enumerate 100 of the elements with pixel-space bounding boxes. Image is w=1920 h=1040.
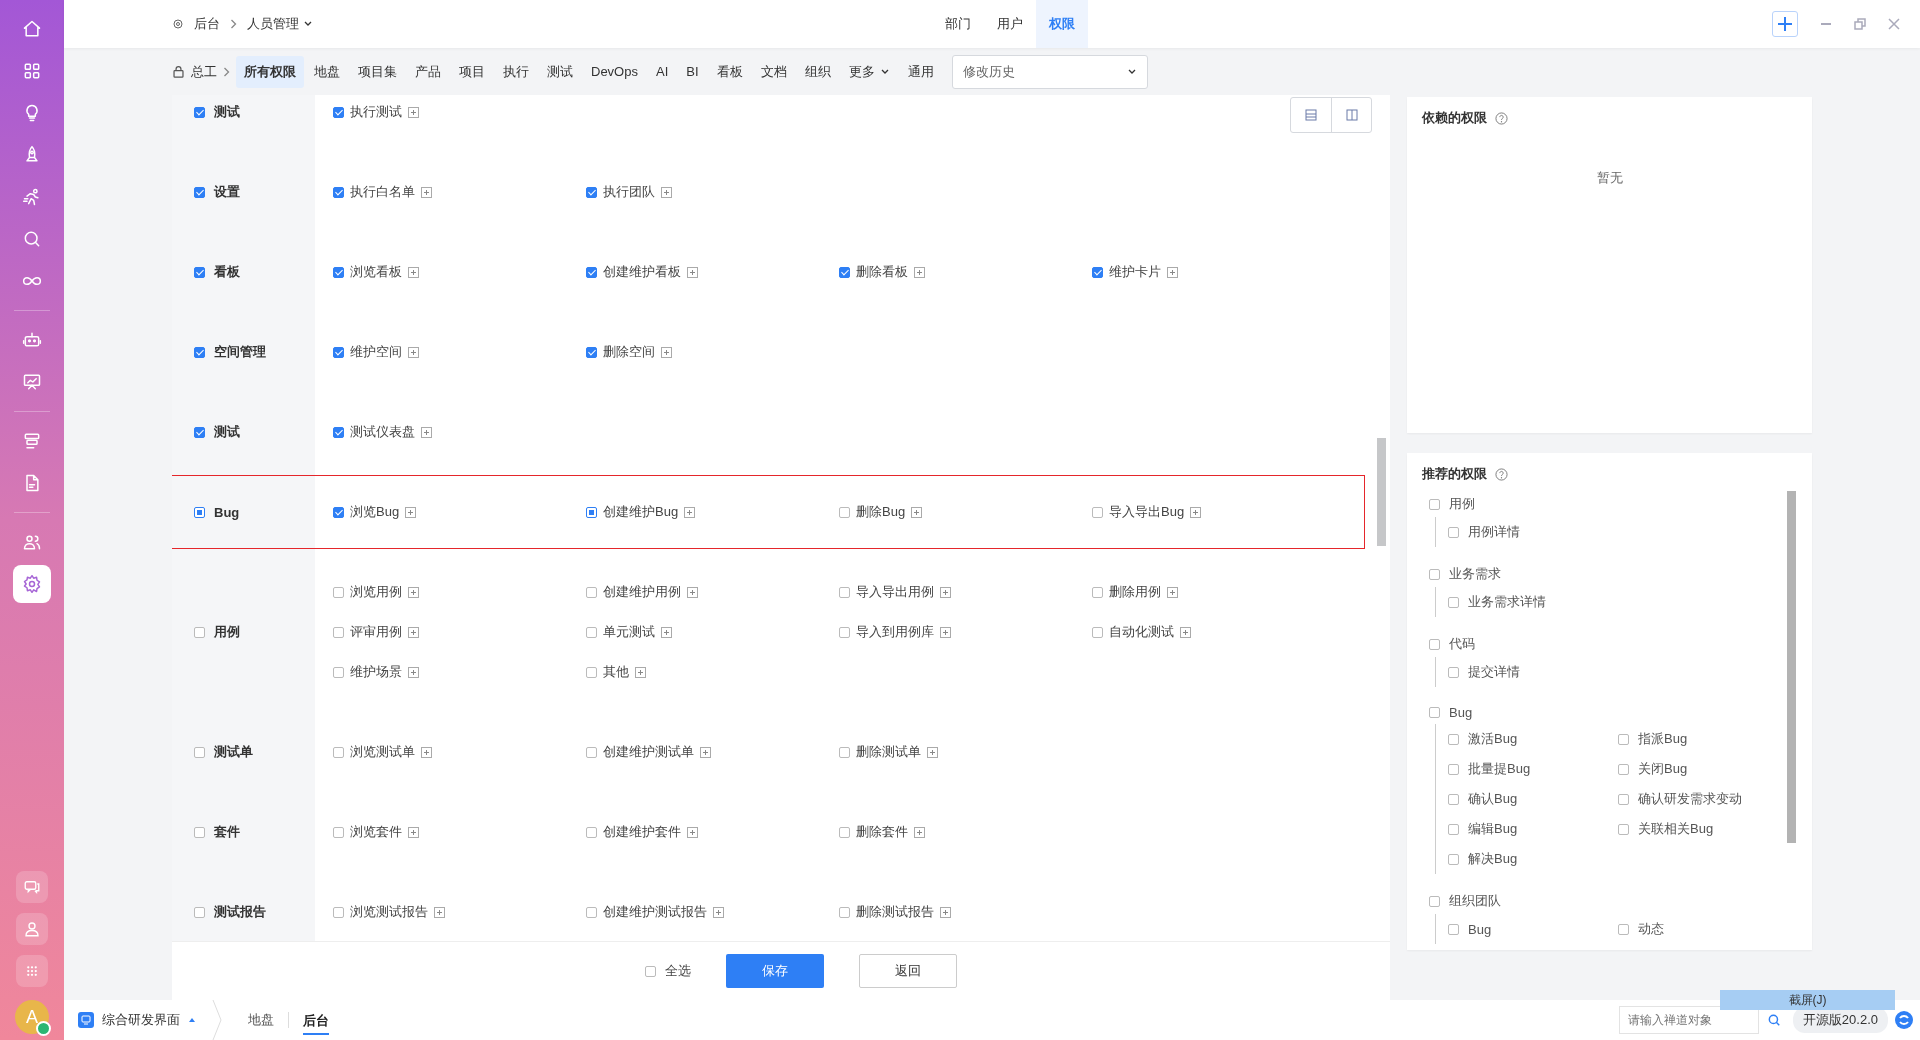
restore-icon[interactable]	[1854, 18, 1866, 30]
scrollbar[interactable]	[1787, 491, 1796, 843]
checkbox[interactable]	[333, 626, 344, 638]
nav-tab[interactable]: 组织	[796, 55, 839, 88]
checkbox[interactable]	[333, 426, 344, 438]
checkbox[interactable]	[333, 666, 344, 678]
checkbox[interactable]	[839, 746, 850, 758]
checkbox[interactable]	[1429, 895, 1440, 907]
checkbox[interactable]	[839, 506, 850, 518]
expand-icon[interactable]	[687, 586, 698, 598]
checkbox[interactable]	[333, 906, 344, 918]
checkbox[interactable]	[1618, 793, 1629, 805]
nav-tab[interactable]: 更多	[840, 55, 898, 88]
search-icon[interactable]	[1766, 1013, 1781, 1027]
checkbox[interactable]	[586, 266, 597, 278]
nav-tab[interactable]: 项目	[451, 55, 493, 88]
checkbox[interactable]	[839, 826, 850, 838]
checkbox[interactable]	[1448, 733, 1459, 745]
checkbox[interactable]	[586, 586, 597, 598]
expand-icon[interactable]	[408, 626, 419, 638]
checkbox[interactable]	[839, 626, 850, 638]
history-select[interactable]: 修改历史	[951, 54, 1148, 89]
search-field[interactable]: 请输入禅道对象	[1618, 1006, 1759, 1034]
checkbox[interactable]	[194, 906, 205, 918]
checkbox[interactable]	[645, 965, 656, 977]
expand-icon[interactable]	[1167, 586, 1178, 598]
checkbox[interactable]	[1618, 763, 1629, 775]
nav-tab[interactable]: 文档	[752, 55, 795, 88]
nav-tab[interactable]: 通用	[899, 55, 942, 88]
checkbox[interactable]	[1448, 823, 1459, 835]
expand-icon[interactable]	[408, 266, 419, 278]
help-icon[interactable]	[1495, 467, 1508, 481]
save-button[interactable]: 保存	[726, 954, 824, 988]
expand-icon[interactable]	[408, 666, 419, 678]
checkbox[interactable]	[1429, 707, 1440, 718]
expand-icon[interactable]	[927, 746, 938, 758]
expand-icon[interactable]	[914, 826, 925, 838]
nav-tab[interactable]: DevOps	[583, 55, 646, 88]
checkbox[interactable]	[333, 346, 344, 358]
checkbox[interactable]	[333, 586, 344, 598]
expand-icon[interactable]	[940, 906, 951, 918]
checkbox[interactable]	[1429, 568, 1440, 580]
expand-icon[interactable]	[421, 746, 432, 758]
checkbox[interactable]	[839, 266, 850, 278]
checkbox[interactable]	[194, 746, 205, 758]
checkbox[interactable]	[1092, 626, 1103, 638]
expand-icon[interactable]	[1190, 506, 1202, 518]
checkbox[interactable]	[333, 826, 344, 838]
breadcrumb-dropdown[interactable]: 人员管理	[247, 15, 313, 33]
expand-icon[interactable]	[713, 906, 724, 918]
scrollbar[interactable]	[1377, 438, 1386, 546]
help-icon[interactable]	[1495, 111, 1508, 125]
expand-icon[interactable]	[421, 426, 432, 438]
expand-icon[interactable]	[408, 106, 419, 118]
checkbox[interactable]	[194, 266, 205, 278]
checkbox[interactable]	[333, 506, 344, 518]
checkbox[interactable]	[1448, 596, 1459, 608]
checkbox[interactable]	[586, 666, 597, 678]
expand-icon[interactable]	[635, 666, 646, 678]
expand-icon[interactable]	[1167, 266, 1178, 278]
user-icon[interactable]	[16, 913, 48, 945]
checkbox[interactable]	[1448, 763, 1459, 775]
expand-icon[interactable]	[661, 626, 672, 638]
expand-icon[interactable]	[408, 346, 419, 358]
top-tab[interactable]: 用户	[984, 0, 1036, 48]
checkbox[interactable]	[194, 426, 205, 438]
taskbar-tab[interactable]: 地盘	[234, 1000, 288, 1040]
checkbox[interactable]	[1092, 266, 1103, 278]
checkbox[interactable]	[333, 266, 344, 278]
expand-icon[interactable]	[911, 506, 923, 518]
nav-tab[interactable]: 产品	[407, 55, 449, 88]
checkbox[interactable]	[1448, 526, 1459, 538]
checkbox[interactable]	[194, 626, 205, 638]
settings-icon[interactable]	[13, 565, 51, 603]
expand-icon[interactable]	[700, 746, 711, 758]
nav-tab[interactable]: 所有权限	[236, 55, 304, 88]
nav-tab[interactable]: 执行	[495, 55, 537, 88]
add-button[interactable]	[1772, 11, 1798, 37]
expand-icon[interactable]	[687, 826, 698, 838]
expand-icon[interactable]	[940, 586, 951, 598]
checkbox[interactable]	[194, 826, 205, 838]
close-icon[interactable]	[1888, 18, 1900, 30]
checkbox[interactable]	[586, 186, 597, 198]
checkbox[interactable]	[333, 106, 344, 118]
checkbox[interactable]	[1429, 498, 1440, 510]
top-tab[interactable]: 部门	[932, 0, 984, 48]
checkbox[interactable]	[333, 186, 344, 198]
expand-icon[interactable]	[408, 826, 419, 838]
expand-icon[interactable]	[661, 346, 672, 358]
checkbox[interactable]	[839, 586, 850, 598]
checkbox[interactable]	[586, 826, 597, 838]
checkbox[interactable]	[1448, 793, 1459, 805]
checkbox[interactable]	[1448, 853, 1459, 865]
checkbox[interactable]	[1092, 586, 1103, 598]
expand-icon[interactable]	[684, 506, 696, 518]
checkbox[interactable]	[586, 906, 597, 918]
breadcrumb-link[interactable]: 后台	[194, 15, 220, 33]
nav-tab[interactable]: 项目集	[350, 55, 405, 88]
app-logo-icon[interactable]	[1894, 1010, 1914, 1030]
checkbox[interactable]	[194, 106, 205, 118]
